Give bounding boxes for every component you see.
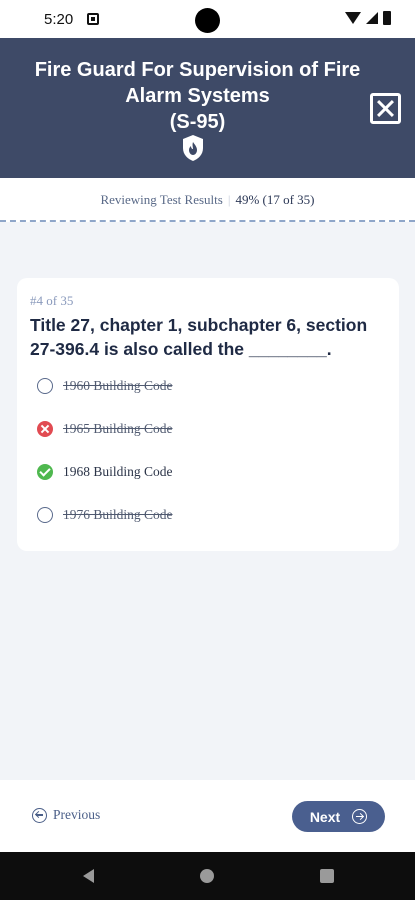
radio-empty-icon — [37, 378, 53, 394]
status-icons — [345, 11, 391, 25]
answer-label: 1976 Building Code — [63, 507, 173, 522]
results-score: 49% (17 of 35) — [235, 192, 315, 207]
next-button[interactable]: Next — [292, 801, 385, 832]
radio-empty-icon — [37, 507, 53, 523]
answer-option-1[interactable]: 1960 Building Code — [37, 374, 173, 398]
home-icon[interactable] — [200, 869, 214, 883]
footer-nav: Previous Next — [0, 780, 415, 852]
back-icon[interactable] — [83, 869, 94, 883]
answer-label: 1965 Building Code — [63, 421, 173, 436]
close-button[interactable] — [370, 93, 401, 124]
arrow-left-circle-icon — [32, 807, 47, 823]
arrow-right-circle-icon — [352, 809, 368, 824]
camera-cutout — [195, 8, 220, 33]
question-text: Title 27, chapter 1, subchapter 6, secti… — [30, 315, 368, 359]
status-time: 5:20 — [44, 11, 74, 28]
wrong-x-icon — [37, 421, 53, 437]
correct-check-icon — [37, 464, 53, 480]
answer-option-2[interactable]: 1965 Building Code — [37, 417, 173, 441]
answer-label: 1960 Building Code — [63, 378, 173, 393]
results-bar: Reviewing Test Results | 49% (17 of 35) — [0, 178, 415, 222]
notification-icon — [87, 13, 99, 25]
fire-shield-icon — [183, 135, 203, 161]
answer-option-3[interactable]: 1968 Building Code — [37, 460, 173, 484]
app-header: Fire Guard For Supervision of Fire Alarm… — [0, 38, 415, 178]
title-line-3: (S-95) — [169, 111, 226, 133]
results-summary: Reviewing Test Results | 49% (17 of 35) — [0, 192, 415, 208]
results-label: Reviewing Test Results — [100, 192, 223, 207]
previous-button[interactable]: Previous — [32, 807, 100, 823]
battery-icon — [383, 11, 391, 25]
recents-icon[interactable] — [320, 869, 334, 883]
status-bar: 5:20 — [0, 0, 415, 38]
wifi-icon — [345, 12, 361, 24]
title-line-2: Alarm Systems — [125, 85, 270, 107]
answer-label: 1968 Building Code — [63, 464, 173, 479]
title-line-1: Fire Guard For Supervision of Fire — [34, 59, 361, 81]
previous-label: Previous — [53, 807, 101, 822]
question-card: #4 of 35 Title 27, chapter 1, subchapter… — [17, 278, 399, 551]
page-title: Fire Guard For Supervision of Fire Alarm… — [20, 57, 375, 135]
system-nav-bar — [0, 852, 415, 900]
question-counter: #4 of 35 — [30, 293, 74, 308]
signal-icon — [366, 12, 378, 24]
next-label: Next — [309, 808, 341, 825]
results-separator: | — [227, 192, 231, 207]
answer-option-4[interactable]: 1976 Building Code — [37, 503, 173, 527]
